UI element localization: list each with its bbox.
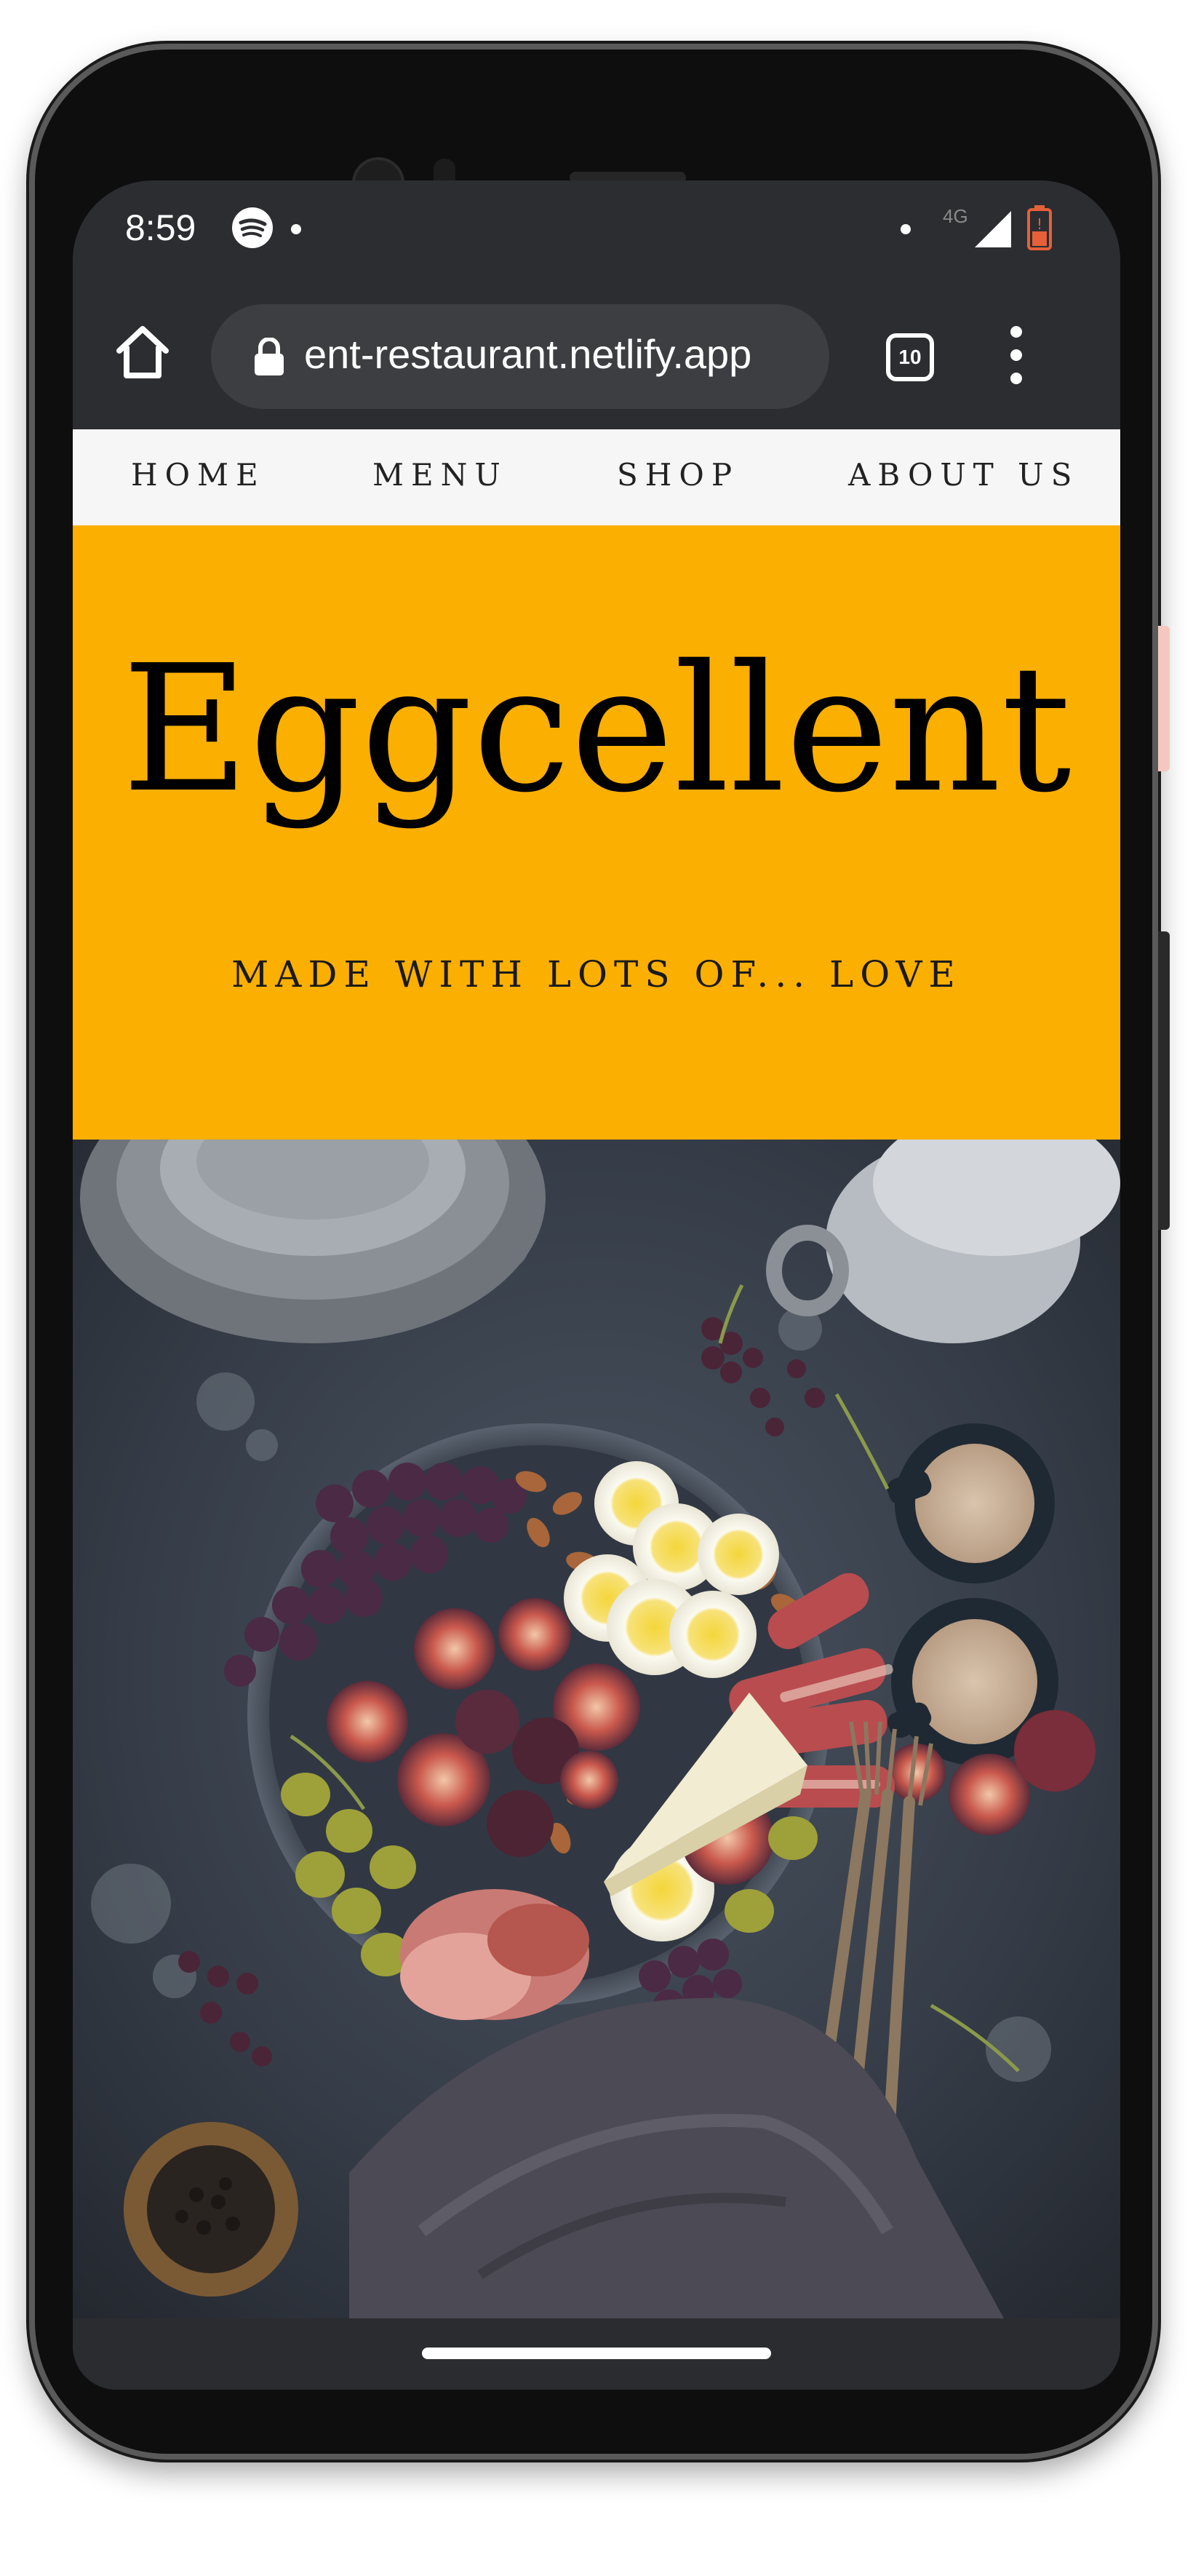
home-gesture-handle[interactable] bbox=[422, 2348, 771, 2359]
volume-button bbox=[1158, 626, 1170, 771]
home-icon[interactable] bbox=[113, 323, 172, 381]
battery-icon: ! bbox=[1027, 205, 1052, 250]
gesture-nav-bar bbox=[73, 2318, 1120, 2390]
notification-dot bbox=[291, 224, 301, 234]
nav-about-us[interactable]: ABOUT US bbox=[848, 457, 1079, 493]
notification-dot bbox=[901, 224, 911, 234]
nav-shop[interactable]: SHOP bbox=[617, 457, 739, 493]
phone-screen: 8:59 4G ! ent-restaurant.netlify.app 10 … bbox=[73, 180, 1120, 2390]
nav-home[interactable]: HOME bbox=[131, 457, 266, 493]
address-bar[interactable]: ent-restaurant.netlify.app bbox=[211, 304, 829, 409]
site-nav: HOME MENU SHOP ABOUT US bbox=[73, 429, 1120, 525]
signal-icon bbox=[975, 211, 1011, 247]
status-bar: 8:59 4G ! bbox=[73, 180, 1120, 275]
url-text: ent-restaurant.netlify.app bbox=[304, 331, 752, 377]
power-button bbox=[1158, 931, 1170, 1230]
overflow-menu-icon[interactable] bbox=[1007, 326, 1026, 389]
tab-switcher-button[interactable]: 10 bbox=[886, 333, 934, 381]
network-type: 4G bbox=[943, 205, 968, 227]
status-time: 8:59 bbox=[125, 207, 196, 248]
lock-icon bbox=[255, 338, 284, 375]
site-tagline: MADE WITH LOTS OF... LOVE bbox=[231, 953, 962, 995]
spotify-icon bbox=[232, 207, 273, 248]
svg-text:!: ! bbox=[1037, 215, 1042, 233]
browser-toolbar: ent-restaurant.netlify.app 10 bbox=[73, 275, 1120, 429]
hero-banner: Eggcellent MADE WITH LOTS OF... LOVE bbox=[73, 525, 1120, 1140]
food-platter-photo bbox=[73, 1140, 1120, 2318]
nav-menu[interactable]: MENU bbox=[372, 457, 508, 493]
site-title: Eggcellent bbox=[121, 627, 1072, 831]
